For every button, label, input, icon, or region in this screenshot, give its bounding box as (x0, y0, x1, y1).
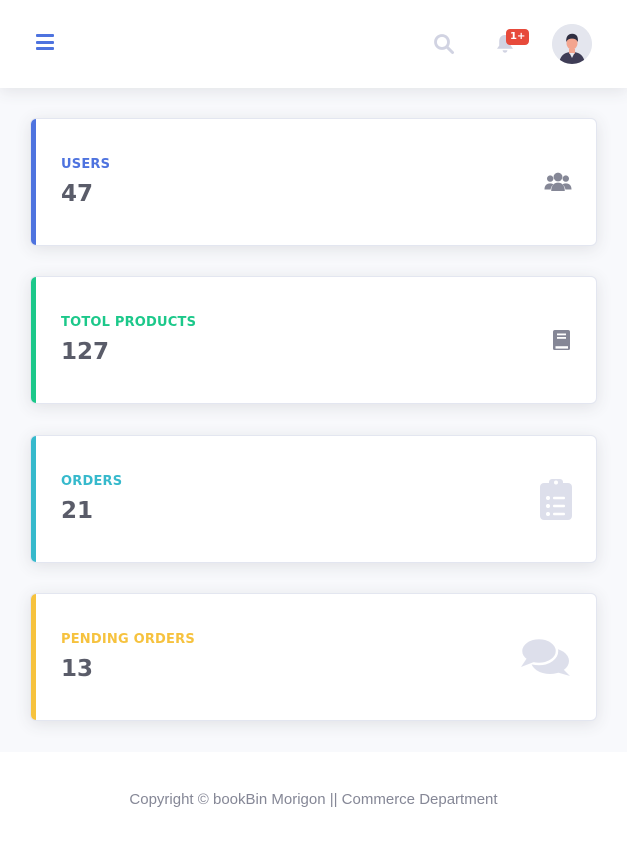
topbar: 1+ (0, 0, 627, 88)
card-users[interactable]: USERS 47 (30, 118, 597, 246)
card-accent (31, 119, 36, 245)
card-orders[interactable]: ORDERS 21 (30, 435, 597, 563)
card-value: 127 (61, 339, 110, 365)
clipboard-list-icon (540, 436, 572, 562)
card-label: PENDING ORDERS (61, 632, 195, 647)
book-icon (552, 277, 572, 403)
hamburger-menu-icon[interactable] (36, 34, 54, 50)
card-label: USERS (61, 157, 111, 172)
card-accent (31, 436, 36, 562)
notification-badge: 1+ (506, 29, 530, 45)
comments-icon (520, 594, 572, 720)
card-accent (31, 594, 36, 720)
card-value: 47 (61, 181, 94, 207)
card-accent (31, 277, 36, 403)
card-pending-orders[interactable]: PENDING ORDERS 13 (30, 593, 597, 721)
user-avatar[interactable] (552, 24, 592, 64)
card-label: ORDERS (61, 474, 123, 489)
card-value: 21 (61, 498, 94, 524)
users-icon (544, 119, 572, 245)
card-total-products[interactable]: TOTOL PRODUCTS 127 (30, 276, 597, 404)
copyright-text: Copyright © bookBin Morigon || Commerce … (129, 791, 498, 808)
card-value: 13 (61, 656, 94, 682)
user-avatar-icon (552, 24, 592, 64)
card-label: TOTOL PRODUCTS (61, 315, 197, 330)
search-icon[interactable] (433, 33, 455, 55)
footer: Copyright © bookBin Morigon || Commerce … (0, 752, 627, 848)
